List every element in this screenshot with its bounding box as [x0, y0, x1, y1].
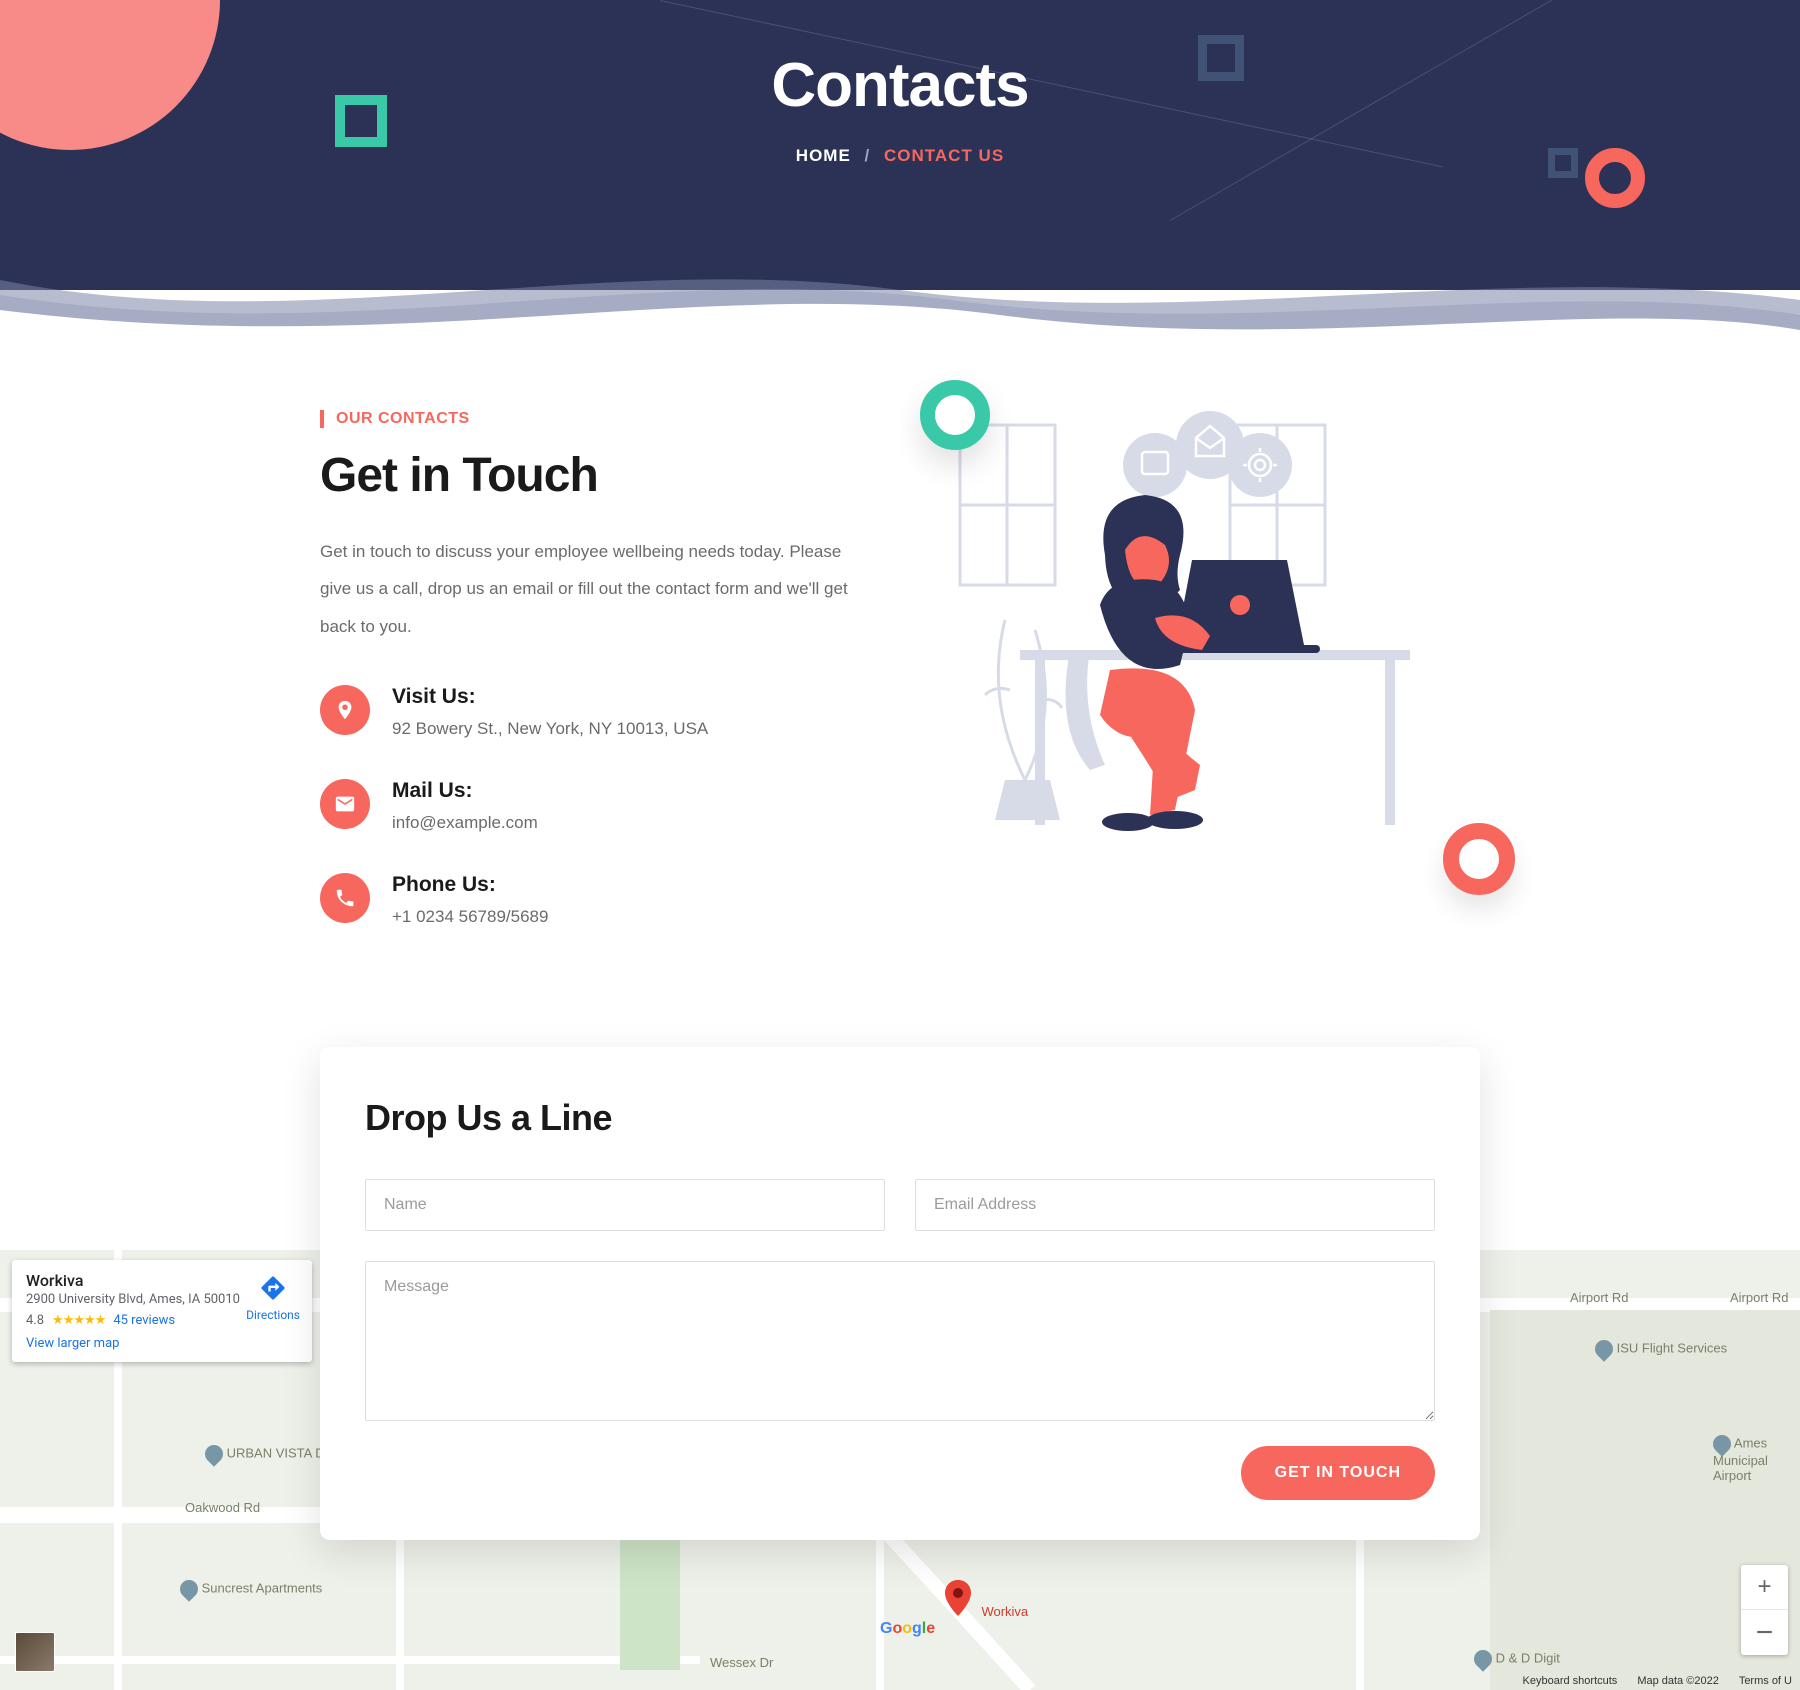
- mail-icon: [320, 779, 370, 829]
- section-heading: Get in Touch: [320, 448, 890, 503]
- map-info-card: Workiva 2900 University Blvd, Ames, IA 5…: [12, 1260, 312, 1362]
- decorative-square: [1548, 148, 1578, 178]
- map-zoom-controls: + −: [1741, 1565, 1788, 1655]
- content-section: OUR CONTACTS Get in Touch Get in touch t…: [320, 290, 1480, 1420]
- phone-icon: [320, 873, 370, 923]
- decorative-ring: [1585, 148, 1645, 208]
- keyboard-shortcuts-link[interactable]: Keyboard shortcuts: [1523, 1675, 1618, 1687]
- breadcrumb: HOME / CONTACT US: [0, 146, 1800, 166]
- submit-button[interactable]: GET IN TOUCH: [1241, 1446, 1435, 1500]
- map-rating: 4.8: [26, 1313, 44, 1328]
- decorative-blob: [0, 0, 220, 150]
- view-larger-map-link[interactable]: View larger map: [26, 1336, 119, 1351]
- road-label: Wessex Dr: [710, 1655, 773, 1670]
- map-pin[interactable]: Workiva: [945, 1580, 1028, 1621]
- name-input[interactable]: [365, 1179, 885, 1231]
- decorative-square: [1198, 35, 1244, 81]
- map-data-label: Map data ©2022: [1637, 1675, 1719, 1687]
- contact-info-title: Visit Us:: [392, 685, 708, 709]
- poi-marker-icon: [1709, 1431, 1734, 1456]
- contact-illustration: [930, 390, 1500, 860]
- map-poi: Ames Municipal Airport: [1713, 1435, 1768, 1483]
- map-reviews-link[interactable]: 45 reviews: [113, 1313, 175, 1328]
- directions-button[interactable]: Directions: [246, 1274, 300, 1322]
- directions-icon: [259, 1274, 287, 1302]
- road-label: Oakwood Rd: [185, 1500, 260, 1515]
- decorative-ring: [1443, 823, 1515, 895]
- star-icon: ★★★★★: [52, 1313, 105, 1328]
- contact-info-block: Phone Us: +1 0234 56789/5689: [320, 873, 890, 927]
- hero-banner: Contacts HOME / CONTACT US: [0, 0, 1800, 290]
- road-label: Airport Rd: [1730, 1290, 1789, 1305]
- poi-marker-icon: [176, 1576, 201, 1601]
- terms-link[interactable]: Terms of U: [1739, 1675, 1792, 1687]
- decorative-ring: [920, 380, 990, 450]
- breadcrumb-home-link[interactable]: HOME: [796, 146, 851, 165]
- poi-marker-icon: [201, 1441, 226, 1466]
- contact-info-block: Visit Us: 92 Bowery St., New York, NY 10…: [320, 685, 890, 739]
- contact-info-value: 92 Bowery St., New York, NY 10013, USA: [392, 719, 708, 739]
- map-attribution: Keyboard shortcuts Map data ©2022 Terms …: [1523, 1675, 1792, 1687]
- map-poi: D & D Digit: [1474, 1650, 1560, 1668]
- google-logo: Google: [880, 1620, 935, 1638]
- email-input[interactable]: [915, 1179, 1435, 1231]
- poi-marker-icon: [1470, 1646, 1495, 1671]
- poi-marker-icon: [1591, 1336, 1616, 1361]
- contact-info-block: Mail Us: info@example.com: [320, 779, 890, 833]
- directions-label: Directions: [246, 1308, 300, 1322]
- intro-text: Get in touch to discuss your employee we…: [320, 533, 860, 645]
- zoom-out-button[interactable]: −: [1741, 1610, 1788, 1655]
- section-eyebrow: OUR CONTACTS: [320, 410, 890, 428]
- contact-info-title: Phone Us:: [392, 873, 548, 897]
- contact-info-title: Mail Us:: [392, 779, 538, 803]
- contact-form-card: Drop Us a Line GET IN TOUCH: [320, 1047, 1480, 1540]
- location-icon: [320, 685, 370, 735]
- breadcrumb-current: CONTACT US: [884, 146, 1004, 165]
- contact-info-value: +1 0234 56789/5689: [392, 907, 548, 927]
- decorative-square: [335, 95, 387, 147]
- zoom-in-button[interactable]: +: [1741, 1565, 1788, 1610]
- map-poi: ISU Flight Services: [1595, 1340, 1727, 1358]
- streetview-thumbnail[interactable]: [15, 1632, 55, 1672]
- contact-info-value: info@example.com: [392, 813, 538, 833]
- page-title: Contacts: [0, 0, 1800, 121]
- breadcrumb-separator: /: [865, 146, 871, 165]
- map-poi: Suncrest Apartments: [180, 1580, 322, 1598]
- form-title: Drop Us a Line: [365, 1097, 1435, 1139]
- road-label: Airport Rd: [1570, 1290, 1629, 1305]
- map-pin-label: Workiva: [981, 1604, 1028, 1619]
- message-textarea[interactable]: [365, 1261, 1435, 1421]
